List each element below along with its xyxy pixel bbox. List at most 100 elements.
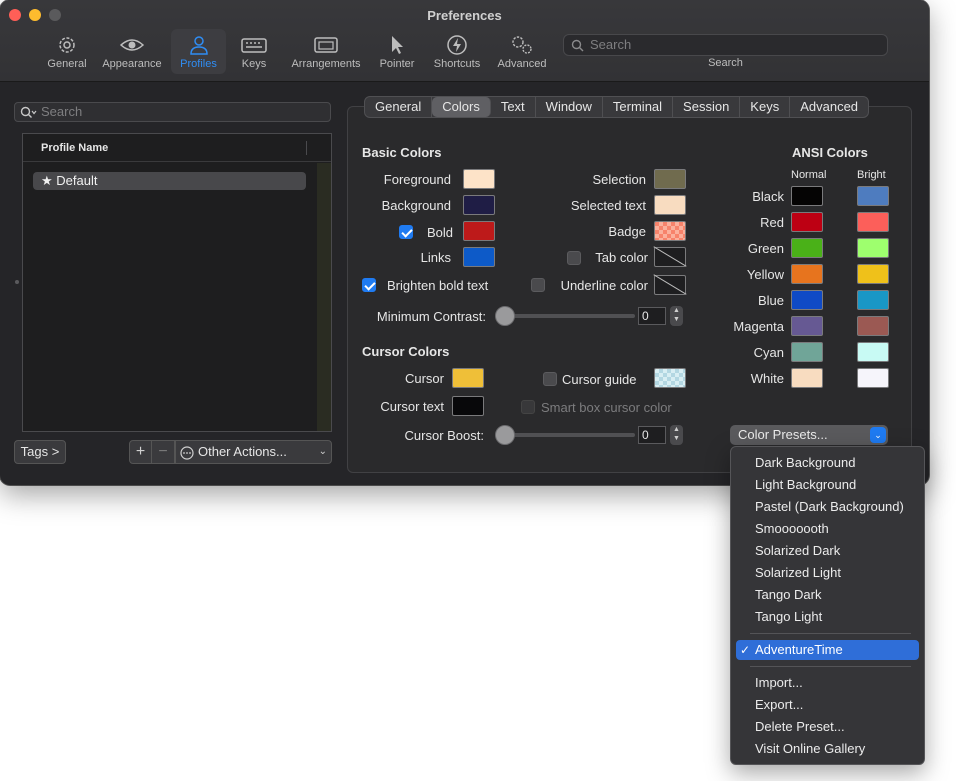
ansi-magenta-normal-well[interactable]: [791, 316, 823, 336]
cursor-boost-track[interactable]: [497, 433, 635, 437]
ansi-green-normal-well[interactable]: [791, 238, 823, 258]
menu-item-adventuretime[interactable]: ✓ AdventureTime: [736, 640, 919, 660]
toolbar-appearance[interactable]: Appearance: [98, 29, 166, 74]
brighten-bold-checkbox[interactable]: [362, 278, 376, 292]
underline-color-well[interactable]: [654, 275, 686, 295]
color-presets-menu: Dark Background Light Background Pastel …: [730, 446, 925, 765]
menu-item-tango-light[interactable]: Tango Light: [736, 607, 919, 627]
ansi-cyan-bright-well[interactable]: [857, 342, 889, 362]
add-profile-button[interactable]: +: [129, 440, 152, 464]
profile-list-scrollbar[interactable]: [317, 163, 331, 431]
bold-checkbox[interactable]: [399, 225, 413, 239]
cursor-guide-label: Cursor guide: [562, 372, 637, 387]
ansi-magenta-bright-well[interactable]: [857, 316, 889, 336]
toolbar-pointer[interactable]: Pointer: [374, 29, 420, 74]
ansi-magenta-label: Magenta: [733, 319, 784, 334]
tags-button[interactable]: Tags >: [14, 440, 66, 464]
menu-item-solarized-light[interactable]: Solarized Light: [736, 563, 919, 583]
ansi-blue-normal-well[interactable]: [791, 290, 823, 310]
toolbar-search-placeholder: Search: [590, 37, 632, 52]
ansi-yellow-bright-well[interactable]: [857, 264, 889, 284]
min-contrast-stepper[interactable]: ▲ ▼: [670, 306, 683, 326]
cursor-text-color-well[interactable]: [452, 396, 484, 416]
remove-profile-button[interactable]: −: [152, 440, 175, 464]
menu-item-pastel[interactable]: Pastel (Dark Background): [736, 497, 919, 517]
profile-list[interactable]: Profile Name ★ Default: [22, 133, 332, 432]
menu-item-dark-background[interactable]: Dark Background: [736, 453, 919, 473]
underline-color-checkbox[interactable]: [531, 278, 545, 292]
cursor-color-well[interactable]: [452, 368, 484, 388]
tab-color-label: Tab color: [595, 250, 648, 265]
cursor-colors-title: Cursor Colors: [362, 344, 450, 359]
ansi-cyan-label: Cyan: [753, 345, 784, 360]
menu-item-light-background[interactable]: Light Background: [736, 475, 919, 495]
color-presets-button[interactable]: Color Presets... ⌄: [730, 425, 888, 445]
profile-search-input[interactable]: Search: [14, 102, 331, 122]
toolbar-search-input[interactable]: Search: [563, 34, 888, 56]
profile-row-default[interactable]: ★ Default: [33, 172, 306, 190]
menu-item-delete-preset[interactable]: Delete Preset...: [736, 717, 919, 737]
cursor-boost-field[interactable]: 0: [638, 426, 666, 444]
tab-terminal[interactable]: Terminal: [603, 97, 674, 117]
toolbar-label: Advanced: [497, 58, 547, 70]
menu-item-visit-gallery[interactable]: Visit Online Gallery: [736, 739, 919, 759]
smart-box-checkbox[interactable]: [521, 400, 535, 414]
split-handle[interactable]: [15, 280, 19, 284]
toolbar-arrangements[interactable]: Arrangements: [286, 29, 366, 74]
ansi-black-normal-well[interactable]: [791, 186, 823, 206]
menu-item-tango-dark[interactable]: Tango Dark: [736, 585, 919, 605]
bold-color-well[interactable]: [463, 221, 495, 241]
ansi-white-bright-well[interactable]: [857, 368, 889, 388]
selected-text-color-well[interactable]: [654, 195, 686, 215]
tab-color-checkbox[interactable]: [567, 251, 581, 265]
tab-general[interactable]: General: [365, 97, 433, 117]
tab-colors[interactable]: Colors: [432, 97, 491, 117]
cursor-guide-checkbox[interactable]: [543, 372, 557, 386]
min-contrast-slider[interactable]: [495, 306, 515, 326]
ansi-red-bright-well[interactable]: [857, 212, 889, 232]
menu-item-import[interactable]: Import...: [736, 673, 919, 693]
toolbar-label: General: [47, 58, 87, 70]
ansi-yellow-normal-well[interactable]: [791, 264, 823, 284]
toolbar-profiles[interactable]: Profiles: [171, 29, 226, 74]
min-contrast-track[interactable]: [497, 314, 635, 318]
links-color-well[interactable]: [463, 247, 495, 267]
menu-item-export[interactable]: Export...: [736, 695, 919, 715]
cursor-boost-stepper[interactable]: ▲ ▼: [670, 425, 683, 445]
cursor-boost-slider[interactable]: [495, 425, 515, 445]
eye-icon: [119, 39, 145, 51]
tab-keys[interactable]: Keys: [740, 97, 791, 117]
toolbar-label: Keys: [241, 58, 267, 70]
toolbar-keys[interactable]: Keys: [232, 29, 276, 74]
foreground-color-well[interactable]: [463, 169, 495, 189]
badge-color-well[interactable]: [654, 221, 686, 241]
background-color-well[interactable]: [463, 195, 495, 215]
ansi-cyan-normal-well[interactable]: [791, 342, 823, 362]
min-contrast-field[interactable]: 0: [638, 307, 666, 325]
menu-item-smooooooth[interactable]: Smooooooth: [736, 519, 919, 539]
other-actions-button[interactable]: Other Actions... ⌄: [175, 440, 332, 464]
toolbar-shortcuts[interactable]: Shortcuts: [430, 29, 484, 74]
tab-session[interactable]: Session: [673, 97, 741, 117]
ansi-green-bright-well[interactable]: [857, 238, 889, 258]
ellipsis-circle-icon: [180, 446, 194, 460]
selection-color-well[interactable]: [654, 169, 686, 189]
toolbar-general[interactable]: General: [40, 29, 94, 74]
ansi-white-normal-well[interactable]: [791, 368, 823, 388]
links-label: Links: [420, 250, 451, 265]
toolbar-advanced[interactable]: Advanced: [494, 29, 550, 74]
brighten-bold-label: Brighten bold text: [387, 278, 489, 293]
ansi-black-bright-well[interactable]: [857, 186, 889, 206]
menu-item-solarized-dark[interactable]: Solarized Dark: [736, 541, 919, 561]
ansi-blue-bright-well[interactable]: [857, 290, 889, 310]
tab-text[interactable]: Text: [491, 97, 536, 117]
ansi-red-normal-well[interactable]: [791, 212, 823, 232]
tab-window[interactable]: Window: [536, 97, 603, 117]
ansi-red-label: Red: [760, 215, 784, 230]
cursor-guide-color-well[interactable]: [654, 368, 686, 388]
profile-list-header[interactable]: Profile Name: [23, 134, 331, 162]
person-icon: [189, 36, 208, 55]
tab-color-well[interactable]: [654, 247, 686, 267]
tab-advanced[interactable]: Advanced: [790, 97, 868, 117]
toolbar-label: Appearance: [102, 58, 162, 70]
